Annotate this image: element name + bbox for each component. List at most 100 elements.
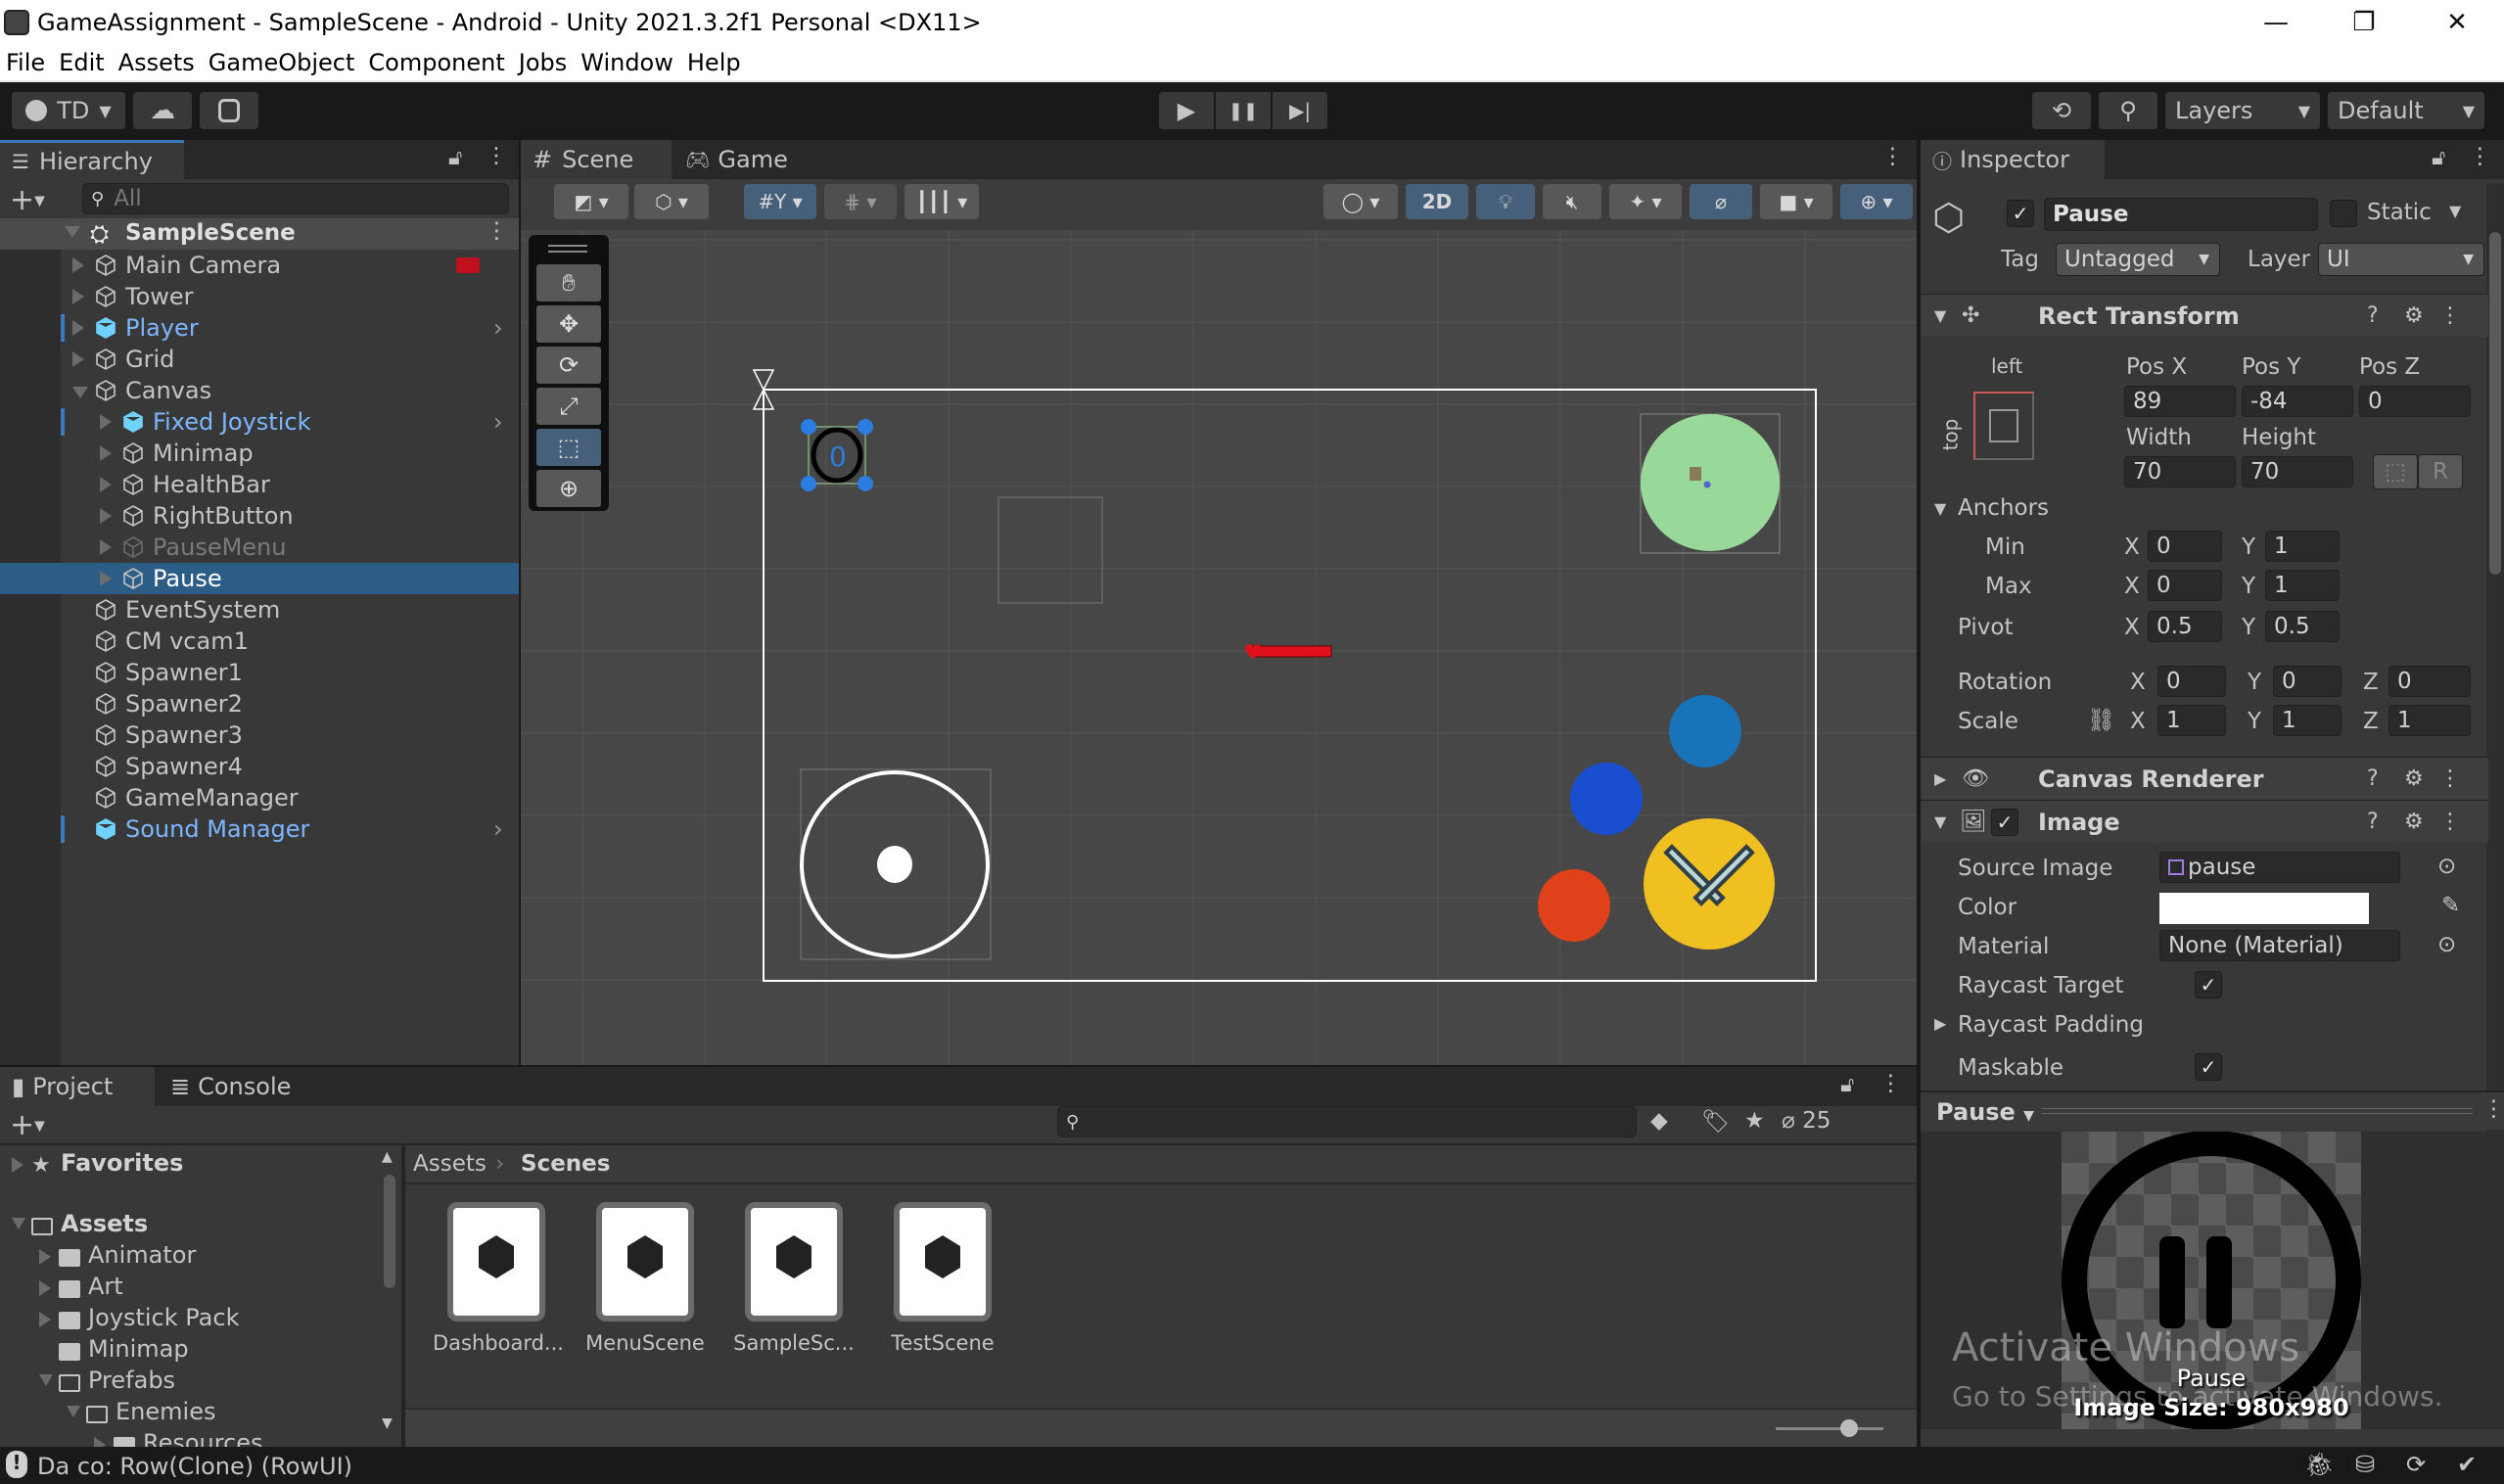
step-button[interactable]: ▶| [1273, 92, 1327, 129]
scene-canvas[interactable]: 0 [521, 230, 1917, 1065]
expand-arrow-icon[interactable] [12, 1157, 23, 1173]
maskable-checkbox[interactable]: ✓ [2195, 1053, 2222, 1081]
blueprint-mode-button[interactable]: ⬚ [2373, 454, 2418, 489]
hierarchy-item[interactable]: Canvas [0, 375, 519, 406]
tool-handle-position-dropdown[interactable]: ◩ ▾ [554, 184, 628, 219]
healthbar-fill[interactable] [1252, 645, 1332, 658]
auto-generate-lighting-icon[interactable]: ⟳ [2406, 1451, 2426, 1478]
menu-file[interactable]: File [6, 49, 45, 76]
scene-visibility-toggle[interactable]: ⌀ [1690, 184, 1752, 219]
expand-arrow-icon[interactable] [65, 226, 80, 238]
drag-handle-icon[interactable] [548, 245, 587, 253]
scale-y-field[interactable]: 1 [2273, 705, 2342, 736]
pos-x-field[interactable]: 89 [2124, 386, 2236, 417]
help-icon[interactable]: ? [2367, 303, 2379, 328]
pausemenu-rect[interactable] [997, 496, 1103, 604]
anchor-min-y-field[interactable]: 1 [2265, 531, 2340, 562]
menu-component[interactable]: Component [368, 49, 504, 76]
expand-arrow-icon[interactable] [39, 1280, 51, 1296]
hierarchy-item[interactable]: Pause [0, 563, 519, 594]
camera-dropdown[interactable]: ■ ▾ [1760, 184, 1832, 219]
chevron-down-icon[interactable]: ▼ [2449, 202, 2461, 220]
gizmos-dropdown[interactable]: ⊕ ▾ [1840, 184, 1913, 219]
static-checkbox[interactable] [2330, 200, 2357, 227]
collapse-arrow-icon[interactable] [67, 1406, 80, 1417]
image-header[interactable]: ▼ 🖼︎ ✓ Image ? ⚙ ⋮ [1921, 800, 2488, 843]
more-options-icon[interactable]: ⋮ [2439, 766, 2461, 791]
scene-asset[interactable]: Dashboard... [433, 1202, 564, 1355]
object-picker-icon[interactable]: ⊙ [2437, 932, 2456, 957]
project-tree-item[interactable]: Enemies [0, 1398, 378, 1429]
more-options-icon[interactable]: ⋮ [2439, 810, 2461, 834]
hierarchy-item[interactable]: Spawner2 [0, 688, 519, 719]
skill-fire-button[interactable] [1538, 869, 1610, 942]
help-icon[interactable]: ? [2367, 766, 2379, 791]
breadcrumb-assets[interactable]: Assets [413, 1151, 487, 1177]
menu-jobs[interactable]: Jobs [519, 49, 568, 76]
joystick-handle[interactable] [877, 846, 912, 883]
lock-icon[interactable]: 🔓︎ [1840, 1073, 1854, 1097]
hierarchy-item[interactable]: CM vcam1 [0, 626, 519, 657]
expand-arrow-icon[interactable] [100, 571, 112, 586]
scene-asset[interactable]: TestScene [879, 1202, 1006, 1355]
expand-arrow-icon[interactable] [100, 508, 112, 524]
collapse-arrow-icon[interactable] [12, 1218, 25, 1229]
plastic-scm-button[interactable] [200, 92, 258, 129]
hierarchy-item[interactable]: EventSystem [0, 594, 519, 626]
rotation-z-field[interactable]: 0 [2388, 666, 2471, 697]
expand-arrow-icon[interactable]: ▶ [1934, 769, 1946, 788]
minimize-button[interactable]: — [2242, 0, 2310, 45]
tab-scene[interactable]: # Scene [521, 140, 672, 179]
account-dropdown[interactable]: TD ▼ [12, 92, 125, 129]
layout-dropdown[interactable]: Default ▼ [2328, 92, 2484, 129]
search-button[interactable]: ⚲ [2099, 92, 2157, 129]
expand-arrow-icon[interactable] [100, 477, 112, 492]
hierarchy-search-input[interactable]: ⚲ All [82, 183, 509, 214]
draw-mode-dropdown[interactable]: ◯ ▾ [1323, 184, 1398, 219]
play-button[interactable]: ▶ [1159, 92, 1214, 129]
preview-title-dropdown[interactable]: Pause ▼ [1936, 1098, 2034, 1126]
tool-rotate[interactable]: ⟳ [536, 347, 601, 384]
pivot-x-field[interactable]: 0.5 [2148, 611, 2222, 642]
object-name-field[interactable]: Pause [2044, 198, 2318, 231]
icon-size-slider[interactable] [1776, 1427, 1883, 1430]
expand-arrow-icon[interactable] [39, 1249, 51, 1265]
eyedropper-icon[interactable]: ✎ [2441, 893, 2460, 918]
close-button[interactable]: ✕ [2423, 0, 2491, 45]
rect-handle[interactable] [858, 419, 873, 435]
rect-handle[interactable] [801, 419, 816, 435]
menu-help[interactable]: Help [687, 49, 741, 76]
hierarchy-item[interactable]: Main Camera [0, 250, 519, 281]
more-options-icon[interactable]: ⋮ [2469, 144, 2491, 169]
rotation-y-field[interactable]: 0 [2273, 666, 2342, 697]
project-tree-item[interactable]: Art [0, 1273, 378, 1304]
expand-arrow-icon[interactable] [94, 1437, 106, 1447]
project-tree-item[interactable]: Resources [0, 1429, 378, 1447]
skill-ice-button[interactable] [1570, 763, 1643, 835]
constrain-proportions-icon[interactable]: ⛓ [2087, 707, 2115, 733]
rect-handle[interactable] [801, 476, 816, 491]
hierarchy-item[interactable]: PauseMenu [0, 532, 519, 563]
expand-arrow-icon[interactable] [100, 414, 112, 430]
more-options-icon[interactable]: ⋮ [2439, 303, 2461, 328]
search-by-type-icon[interactable]: ◆ [1650, 1108, 1668, 1134]
layer-dropdown[interactable]: UI ▼ [2318, 243, 2484, 276]
expand-arrow-icon[interactable] [72, 351, 84, 367]
rect-transform-header[interactable]: ▼ ✣ Rect Transform ? ⚙ ⋮ [1921, 294, 2488, 337]
scene-asset[interactable]: SampleSc... [730, 1202, 858, 1355]
tab-inspector[interactable]: ⓘ Inspector [1921, 140, 2105, 179]
hidden-packages-toggle[interactable]: ⌀ 25 [1782, 1108, 1831, 1134]
raycast-target-checkbox[interactable]: ✓ [2195, 971, 2222, 998]
audio-toggle[interactable]: 🔇︎ [1543, 184, 1601, 219]
width-field[interactable]: 70 [2124, 456, 2236, 487]
anchor-min-x-field[interactable]: 0 [2148, 531, 2222, 562]
expand-arrow-icon[interactable] [100, 445, 112, 461]
pause-button[interactable]: ❚❚ [1216, 92, 1271, 129]
project-tree-item[interactable]: Minimap [0, 1335, 378, 1367]
expand-arrow-icon[interactable] [72, 320, 84, 336]
material-field[interactable]: None (Material) [2159, 930, 2400, 961]
more-options-icon[interactable]: ⋮ [486, 218, 508, 244]
status-message[interactable]: Da co: Row(Clone) (RowUI) [37, 1453, 352, 1480]
2d-toggle[interactable]: 2D [1406, 184, 1468, 219]
add-object-button[interactable]: +▼ [10, 183, 45, 217]
